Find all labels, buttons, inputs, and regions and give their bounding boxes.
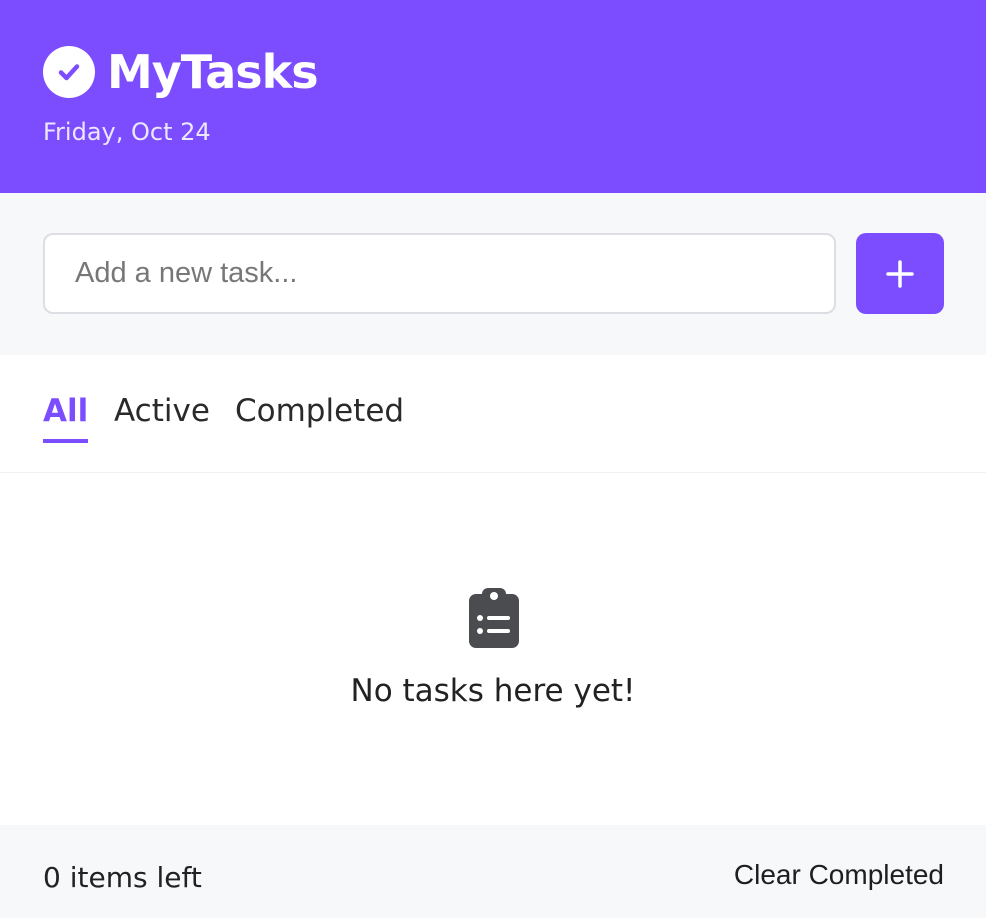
app-title: MyTasks — [107, 45, 319, 99]
filter-tabs: All Active Completed — [0, 355, 986, 473]
tab-active[interactable]: Active — [114, 391, 210, 439]
plus-icon — [886, 259, 914, 288]
tab-completed[interactable]: Completed — [235, 391, 404, 439]
clear-completed-button[interactable]: Clear Completed — [734, 859, 944, 891]
new-task-bar — [0, 193, 986, 355]
task-list-empty-state: No tasks here yet! — [0, 473, 986, 825]
new-task-input[interactable] — [43, 233, 836, 314]
brand: MyTasks — [43, 44, 319, 100]
check-circle-icon — [43, 46, 95, 98]
app-root: MyTasks Friday, Oct 24 All Active Comple… — [0, 0, 986, 918]
tab-all[interactable]: All — [43, 391, 89, 443]
app-header: MyTasks Friday, Oct 24 — [0, 0, 986, 193]
items-left-count: 0 items left — [43, 861, 202, 894]
current-date: Friday, Oct 24 — [43, 118, 211, 146]
empty-message: No tasks here yet! — [350, 673, 636, 709]
add-task-button[interactable] — [856, 233, 944, 314]
clipboard-list-icon — [469, 588, 519, 648]
app-footer: 0 items left Clear Completed — [0, 825, 986, 918]
